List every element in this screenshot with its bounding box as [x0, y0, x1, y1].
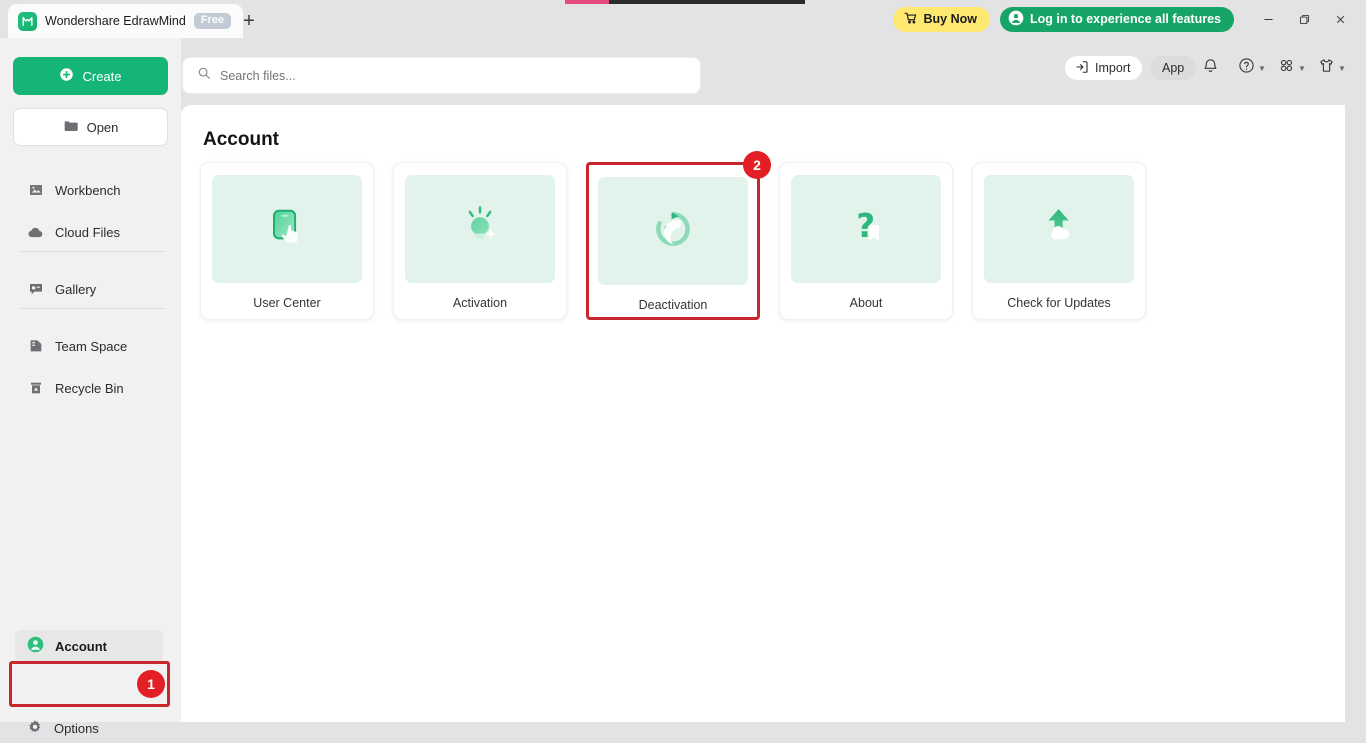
app-tab-title: Wondershare EdrawMind	[45, 14, 186, 28]
progress-segment-pink	[565, 0, 609, 4]
sidebar-item-team-space[interactable]: Team Space	[13, 330, 168, 362]
bell-icon	[1202, 57, 1219, 79]
about-icon: ?	[840, 201, 892, 258]
account-cards-grid: User Center Activation 2 Deactivation ? …	[200, 151, 1146, 320]
user-center-icon	[261, 201, 313, 258]
chevron-down-icon: ▼	[1258, 63, 1266, 73]
card-label: Check for Updates	[1007, 296, 1111, 310]
help-button[interactable]: ▼	[1238, 56, 1266, 80]
help-circle-icon	[1238, 57, 1255, 79]
new-tab-button[interactable]: +	[236, 8, 262, 34]
sidebar-item-label: Workbench	[55, 182, 121, 198]
card-label: User Center	[253, 296, 321, 310]
sidebar-item-label: Team Space	[55, 338, 128, 354]
sidebar-item-label: Recycle Bin	[55, 380, 124, 396]
activation-icon	[454, 201, 506, 258]
buy-now-button[interactable]: Buy Now	[893, 6, 990, 32]
deactivation-icon	[647, 203, 699, 260]
sidebar-item-label: Cloud Files	[55, 224, 121, 240]
deactivation-step-badge: 2	[743, 151, 771, 179]
team-space-icon	[27, 338, 44, 355]
sidebar-item-workbench[interactable]: Workbench	[13, 174, 168, 206]
card-icon-area	[984, 175, 1134, 283]
loading-progress-bar	[0, 0, 1366, 4]
import-icon	[1075, 60, 1089, 77]
account-avatar-icon	[27, 636, 44, 656]
sidebar-item-cloud-files[interactable]: Cloud Files	[13, 216, 168, 248]
chevron-down-icon: ▼	[1298, 63, 1306, 73]
gallery-icon	[27, 281, 44, 298]
titlebar-right-group: Buy Now Log in to experience all feature…	[893, 0, 1366, 38]
sidebar-divider-1	[20, 251, 165, 252]
cart-icon	[904, 11, 918, 28]
user-avatar-icon	[1008, 10, 1024, 29]
login-label: Log in to experience all features	[1029, 12, 1221, 26]
search-input[interactable]	[220, 68, 660, 83]
sidebar-item-label: Account	[55, 638, 107, 654]
apps-grid-button[interactable]: ▼	[1278, 56, 1306, 80]
window-close-button[interactable]	[1322, 0, 1358, 38]
plus-circle-icon	[59, 67, 74, 85]
app-tab[interactable]: Wondershare EdrawMind Free	[8, 4, 244, 38]
card-deactivation[interactable]: 2 Deactivation	[586, 151, 771, 320]
create-label: Create	[82, 68, 122, 84]
import-button[interactable]: Import	[1065, 56, 1143, 80]
search-icon	[197, 66, 211, 85]
open-button[interactable]: Open	[13, 108, 168, 146]
sidebar-item-label: Options	[54, 720, 99, 736]
card-icon-area	[598, 177, 748, 285]
recycle-bin-icon	[27, 380, 44, 397]
sidebar-item-gallery[interactable]: Gallery	[13, 273, 168, 305]
folder-icon	[63, 118, 79, 137]
card-label: Deactivation	[638, 298, 708, 312]
sidebar: Create Open Workbench Cloud Files Galler…	[0, 38, 181, 736]
workbench-icon	[27, 182, 44, 199]
apps-grid-icon	[1278, 57, 1295, 79]
main-content-panel: Account User Center Activation 2 Deactiv…	[181, 105, 1345, 722]
open-label: Open	[86, 119, 119, 135]
window-maximize-button[interactable]	[1286, 0, 1322, 38]
cloud-icon	[27, 224, 44, 241]
card-check-updates[interactable]: Check for Updates	[972, 162, 1146, 320]
window-minimize-button[interactable]	[1250, 0, 1286, 38]
notifications-button[interactable]	[1202, 56, 1219, 80]
card-about[interactable]: ? About	[779, 162, 953, 320]
theme-shirt-icon	[1318, 57, 1335, 79]
page-title: Account	[203, 129, 279, 150]
card-label: About	[849, 296, 883, 310]
sidebar-divider-2	[20, 308, 165, 309]
login-button[interactable]: Log in to experience all features	[999, 6, 1234, 32]
card-icon-area	[405, 175, 555, 283]
theme-button[interactable]: ▼	[1318, 56, 1346, 80]
edrawmind-logo-icon	[18, 11, 37, 31]
card-user-center[interactable]: User Center	[200, 162, 374, 320]
search-bar[interactable]	[182, 57, 701, 94]
sidebar-item-options[interactable]: Options	[15, 713, 163, 743]
app-button[interactable]: App	[1150, 56, 1197, 80]
sidebar-item-account[interactable]: Account	[15, 630, 163, 662]
card-label: Activation	[452, 296, 508, 310]
app-label: App	[1162, 61, 1185, 75]
free-plan-badge: Free	[193, 13, 232, 29]
check-updates-icon	[1033, 201, 1085, 258]
card-activation[interactable]: Activation	[393, 162, 567, 320]
card-icon-area: ?	[791, 175, 941, 283]
import-label: Import	[1095, 61, 1131, 75]
sidebar-item-label: Gallery	[55, 281, 97, 297]
buy-now-label: Buy Now	[923, 12, 977, 26]
gear-icon	[27, 719, 43, 738]
window-titlebar: Wondershare EdrawMind Free + Buy Now Log…	[0, 0, 1366, 38]
create-button[interactable]: Create	[13, 57, 168, 95]
progress-segment-dark	[609, 0, 805, 4]
account-step-badge: 1	[137, 670, 165, 698]
sidebar-item-recycle-bin[interactable]: Recycle Bin	[13, 372, 168, 404]
card-icon-area	[212, 175, 362, 283]
chevron-down-icon: ▼	[1338, 63, 1346, 73]
